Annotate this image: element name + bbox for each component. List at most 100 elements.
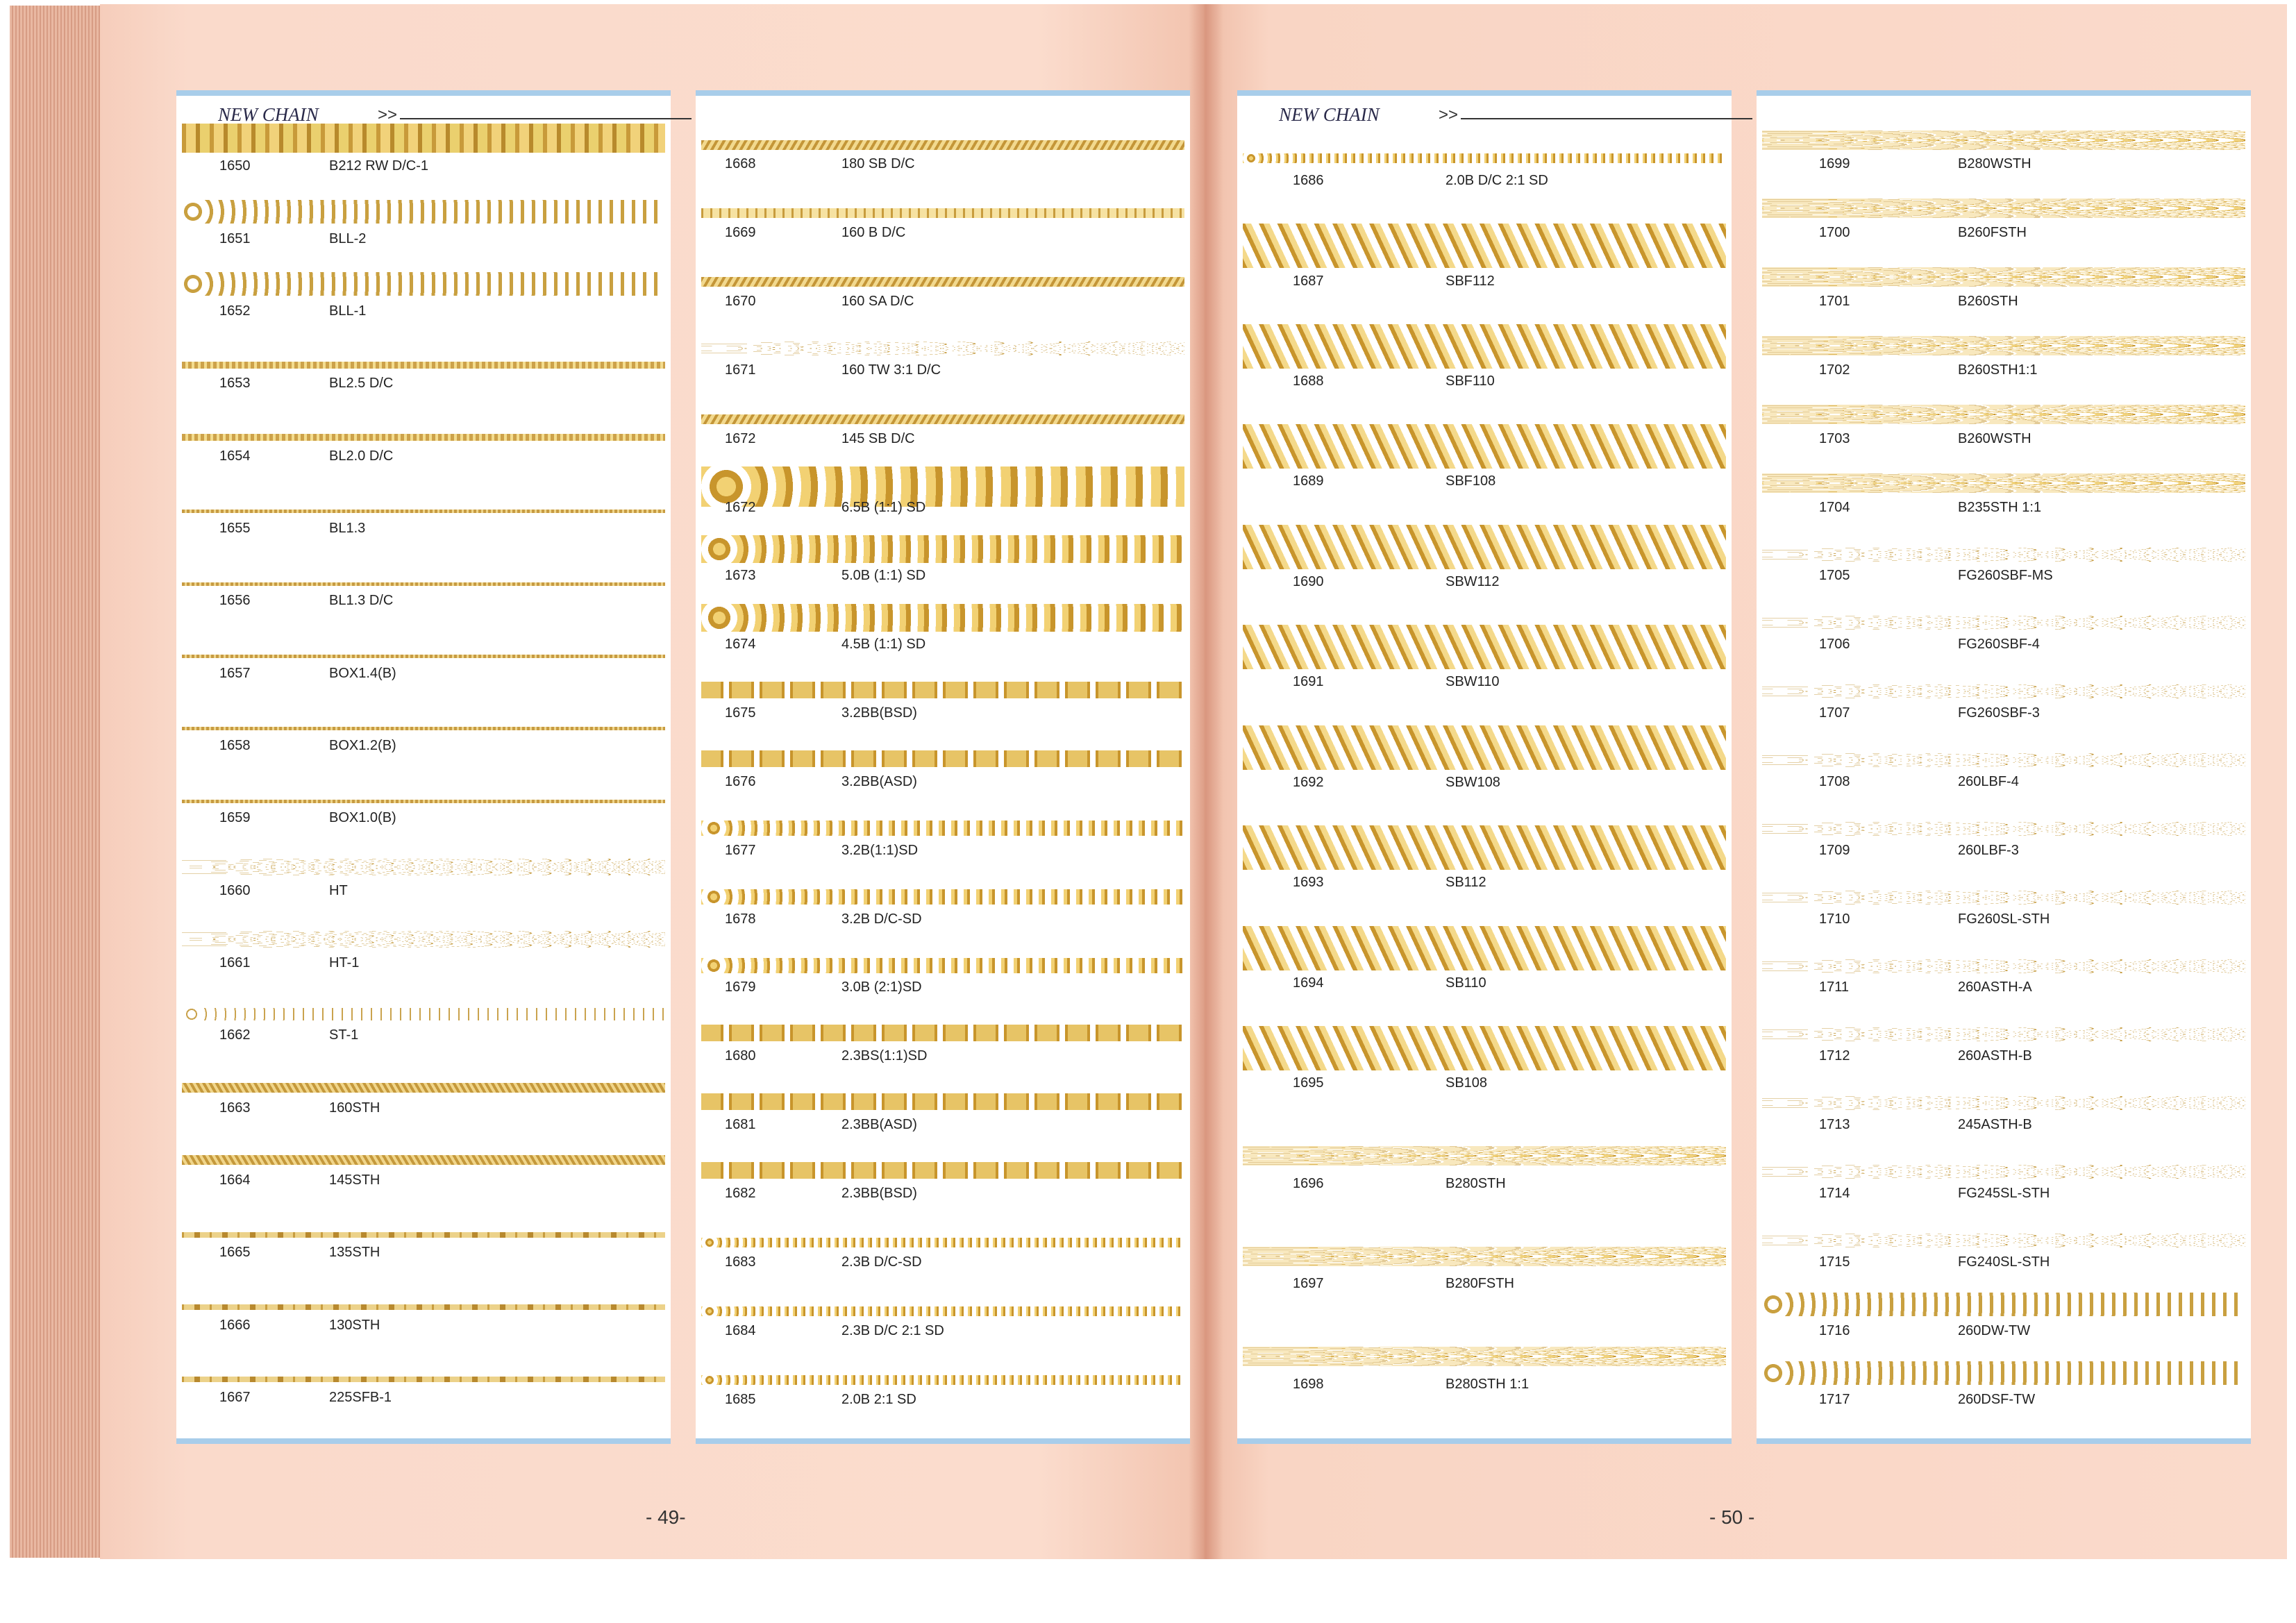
item-name: 245ASTH-B: [1958, 1117, 2032, 1133]
item-code: 1659: [219, 810, 251, 826]
chain-row: 1656 BL1.3 D/C: [176, 555, 671, 628]
item-code: 1652: [219, 303, 251, 319]
chain-row: 1677 3.2B(1:1)SD: [696, 807, 1190, 875]
item-name: 180 SB D/C: [841, 156, 915, 172]
chain-image: [182, 582, 665, 586]
item-code: 1673: [725, 568, 756, 584]
catalog-panel-right-2: 1699 B280WSTH 1700 B260FSTH 1701 B260STH 1702 B…: [1757, 90, 2251, 1444]
item-code: 1697: [1293, 1276, 1324, 1292]
chain-row: 1706 FG260SBF-4: [1757, 601, 2251, 670]
chain-image: [182, 434, 665, 442]
item-code: 1684: [725, 1322, 756, 1338]
chain-row: 1713 245ASTH-B: [1757, 1082, 2251, 1150]
chain-row: 1675 3.2BB(BSD): [696, 670, 1190, 739]
chain-image: [182, 859, 665, 876]
item-name: BL2.0 D/C: [329, 448, 394, 464]
chain-row: 1703 B260WSTH: [1757, 395, 2251, 464]
chain-image: [182, 727, 665, 731]
item-code: 1705: [1819, 568, 1850, 584]
chain-image: [1243, 925, 1726, 970]
item-name: SBF112: [1446, 273, 1495, 289]
item-code: 1679: [725, 979, 756, 995]
chain-image: [182, 272, 665, 296]
chain-image: [1762, 890, 2245, 905]
chain-row: 1671 160 TW 3:1 D/C: [696, 327, 1190, 396]
chain-image: [1243, 825, 1726, 871]
item-code: 1662: [219, 1027, 251, 1043]
item-name: FG260SBF-3: [1958, 705, 2040, 721]
page-number-left: - 49-: [646, 1506, 686, 1528]
chain-image: [1243, 1146, 1726, 1166]
chain-image: [701, 1237, 1184, 1247]
chain-row: 1665 135STH: [176, 1207, 671, 1279]
chain-row: 1674 4.5B (1:1) SD: [696, 601, 1190, 670]
item-name: B280STH 1:1: [1446, 1376, 1530, 1392]
item-code: 1677: [725, 842, 756, 858]
item-name: 225SFB-1: [329, 1389, 392, 1405]
item-name: B260STH: [1958, 294, 2018, 310]
chain-row: 1696 B280STH: [1237, 1124, 1732, 1224]
chain-row: 1687 SBF112: [1237, 221, 1732, 321]
chain-image: [701, 889, 1184, 905]
item-code: 1710: [1819, 911, 1850, 927]
item-name: B280FSTH: [1446, 1276, 1514, 1292]
item-name: SBF110: [1446, 373, 1495, 389]
item-code: 1693: [1293, 875, 1324, 891]
chain-image: [1762, 1292, 2245, 1316]
chain-row: 1710 FG260SL-STH: [1757, 875, 2251, 944]
book-page-edges: [10, 6, 101, 1558]
chain-image: [701, 208, 1184, 219]
item-code: 1714: [1819, 1186, 1850, 1202]
item-code: 1683: [725, 1254, 756, 1270]
item-code: 1674: [725, 637, 756, 653]
chain-image: [1243, 1347, 1726, 1367]
chain-row: 1661 HT-1: [176, 918, 671, 990]
item-code: 1685: [725, 1391, 756, 1407]
chain-row: 1667 225SFB-1: [176, 1352, 671, 1424]
chain-image: [701, 342, 1184, 356]
item-name: 260ASTH-A: [1958, 979, 2032, 995]
chain-image: [182, 1304, 665, 1311]
item-name: 3.2B D/C-SD: [841, 911, 922, 927]
item-name: BOX1.2(B): [329, 737, 396, 753]
chain-row: 1715 FG240SL-STH: [1757, 1218, 2251, 1287]
item-name: ST-1: [329, 1027, 359, 1043]
item-name: 2.3B D/C 2:1 SD: [841, 1322, 944, 1338]
item-code: 1661: [219, 955, 251, 970]
item-code: 1670: [725, 294, 756, 310]
chain-row: 1657 BOX1.4(B): [176, 628, 671, 700]
item-code: 1717: [1819, 1391, 1850, 1407]
item-name: 145STH: [329, 1172, 380, 1188]
chain-row: 1693 SB112: [1237, 823, 1732, 923]
item-name: 3.2BB(ASD): [841, 773, 917, 789]
item-code: 1715: [1819, 1254, 1850, 1270]
chain-image: [701, 957, 1184, 973]
chain-row: 1662 ST-1: [176, 990, 671, 1062]
chain-image: [182, 655, 665, 659]
chain-image: [1762, 753, 2245, 768]
item-name: B280WSTH: [1958, 156, 2031, 172]
chain-image: [1762, 684, 2245, 699]
chain-row: 1672 6.5B (1:1) SD: [696, 464, 1190, 532]
chain-image: [1243, 1026, 1726, 1071]
chain-image: [182, 510, 665, 514]
item-code: 1700: [1819, 225, 1850, 241]
item-name: B260STH1:1: [1958, 362, 2038, 378]
item-name: 5.0B (1:1) SD: [841, 568, 926, 584]
chain-image: [1243, 1246, 1726, 1266]
chain-image: [1243, 323, 1726, 369]
item-name: B212 RW D/C-1: [329, 158, 429, 174]
item-code: 1668: [725, 156, 756, 172]
item-name: BLL-1: [329, 303, 367, 319]
item-code: 1712: [1819, 1048, 1850, 1064]
book-gutter: [1189, 4, 1223, 1559]
item-code: 1650: [219, 158, 251, 174]
chain-row: 1690 SBW112: [1237, 522, 1732, 622]
item-name: SB108: [1446, 1075, 1488, 1091]
item-name: FG260SBF-MS: [1958, 568, 2053, 584]
item-code: 1686: [1293, 173, 1324, 189]
chain-image: [182, 1377, 665, 1383]
item-name: BLL-2: [329, 230, 367, 246]
item-code: 1691: [1293, 674, 1324, 690]
item-code: 1669: [725, 225, 756, 241]
